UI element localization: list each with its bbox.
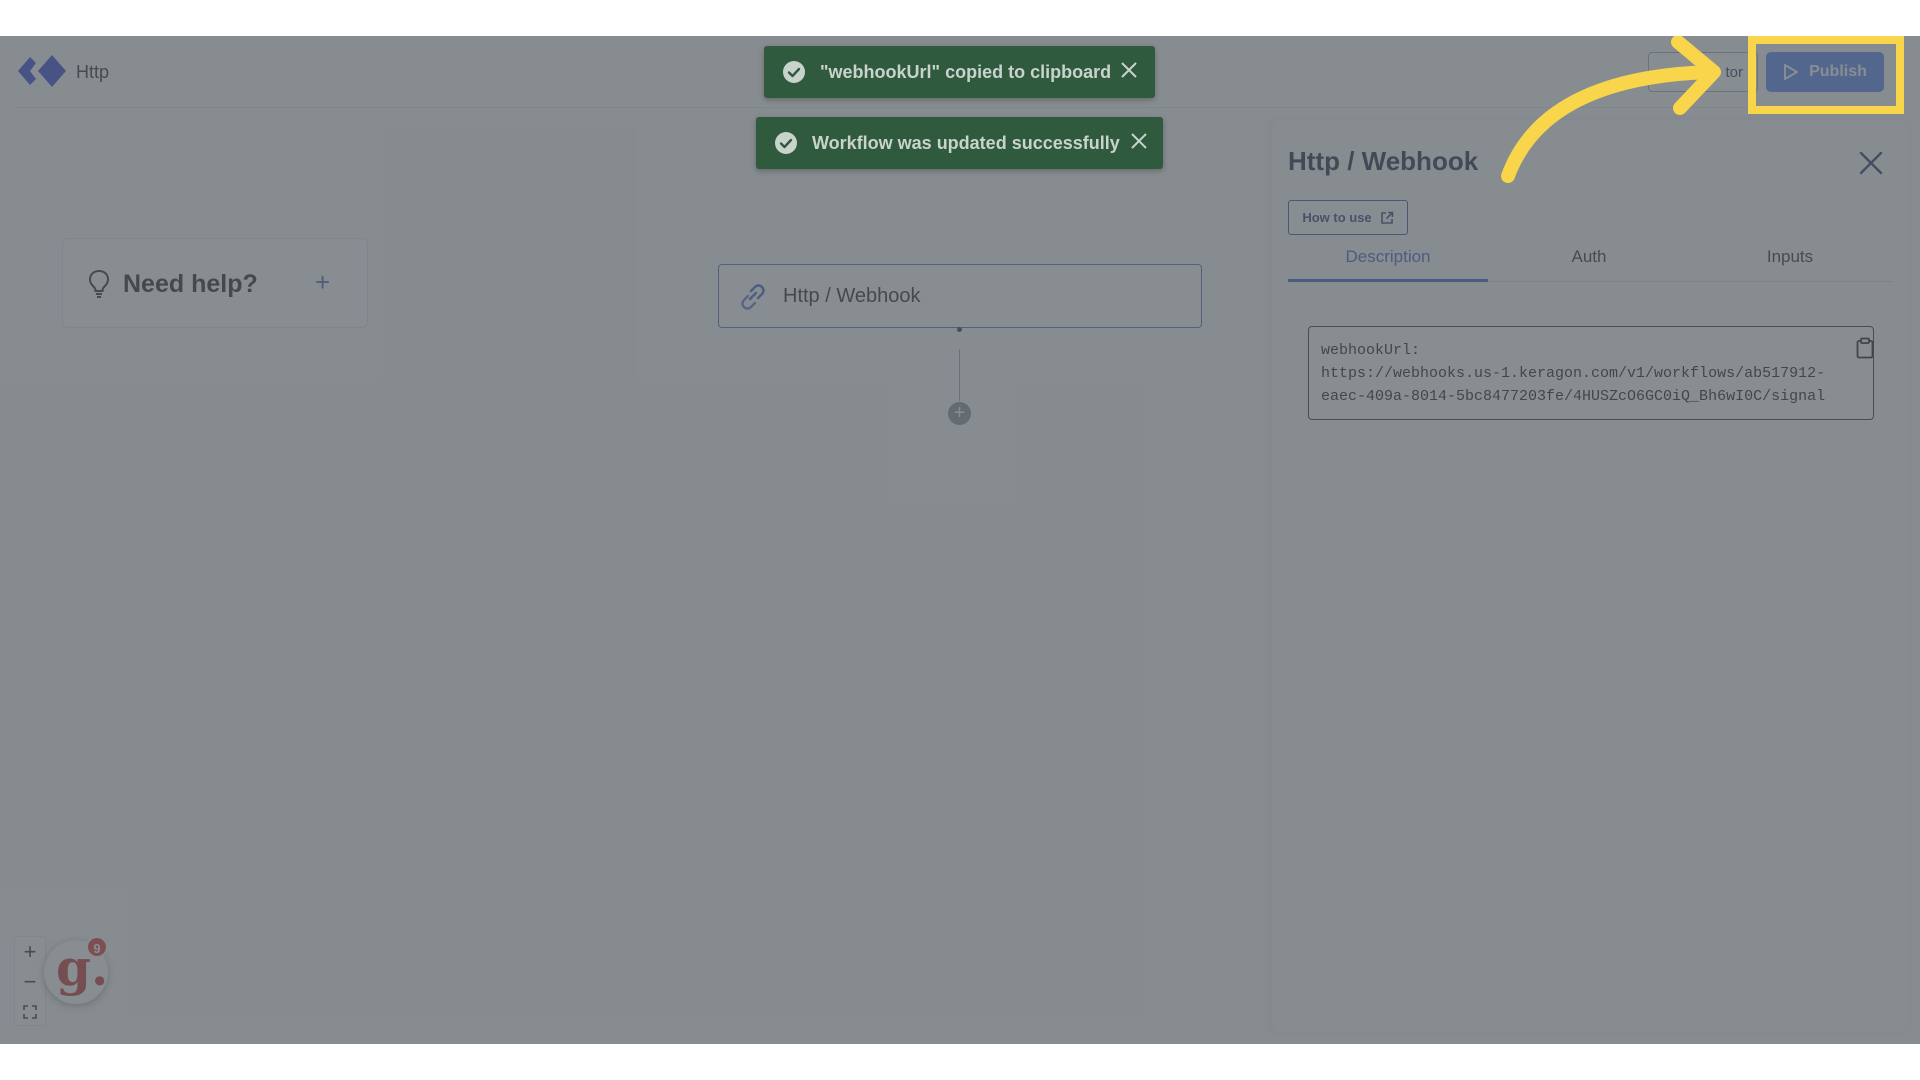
workflow-name: Http (76, 62, 110, 82)
notification-badge: 9 (86, 936, 108, 958)
panel-tabs: Description Auth Inputs (1288, 244, 1892, 282)
workflow-node-http-webhook[interactable]: Http / Webhook (718, 264, 1202, 328)
node-settings-panel: Http / Webhook How to use Description Au… (1272, 120, 1908, 1032)
need-help-card[interactable]: Need help? + (62, 238, 368, 328)
monitor-button[interactable]: tor (1648, 52, 1758, 92)
node-output-handle[interactable] (957, 327, 962, 332)
need-help-title: Need help? (123, 270, 258, 298)
close-icon[interactable] (1130, 132, 1148, 150)
external-link-icon (1380, 211, 1393, 224)
toast-updated: Workflow was updated successfully (756, 117, 1163, 169)
zoom-controls: + − (14, 936, 46, 1026)
webhook-url-line-2: eaec-409a-8014-5bc8477203fe/4HUSZcO6GC0i… (1321, 388, 1826, 405)
webhook-url-box[interactable]: webhookUrl: https://webhooks.us-1.kerago… (1308, 326, 1874, 420)
clipboard-icon[interactable] (1855, 337, 1875, 359)
close-icon[interactable] (1856, 148, 1886, 178)
app-viewport: Http tor Publish Need help? + Http / Web… (0, 36, 1920, 1044)
panel-title: Http / Webhook (1288, 146, 1479, 176)
node-connector-line (959, 349, 960, 401)
zoom-in-button[interactable]: + (15, 937, 45, 967)
expand-help-button[interactable]: + (315, 267, 330, 297)
node-title: Http / Webhook (783, 285, 921, 307)
webhook-url-line-1: https://webhooks.us-1.keragon.com/v1/wor… (1321, 365, 1826, 382)
tab-inputs[interactable]: Inputs (1690, 244, 1890, 282)
link-icon (741, 284, 765, 310)
check-circle-icon (775, 132, 797, 154)
play-icon (1784, 64, 1799, 80)
zoom-out-button[interactable]: − (15, 967, 45, 997)
toast-message: "webhookUrl" copied to clipboard (820, 61, 1112, 82)
publish-button[interactable]: Publish (1766, 52, 1884, 92)
toast-message: Workflow was updated successfully (812, 132, 1120, 153)
tab-description[interactable]: Description (1288, 244, 1488, 282)
how-to-use-button[interactable]: How to use (1288, 200, 1408, 235)
webhook-url-label: webhookUrl: (1321, 342, 1421, 359)
close-icon[interactable] (1120, 61, 1138, 79)
add-step-button[interactable]: + (948, 402, 971, 425)
guidde-widget-button[interactable]: g. 9 (44, 936, 108, 1004)
fit-view-button[interactable] (15, 997, 45, 1027)
tab-auth[interactable]: Auth (1489, 244, 1689, 282)
check-circle-icon (783, 61, 805, 83)
toast-copied: "webhookUrl" copied to clipboard (764, 46, 1155, 98)
publish-label: Publish (1809, 63, 1867, 80)
header-divider (16, 107, 1904, 108)
keragon-logo-icon[interactable] (18, 53, 68, 89)
lightbulb-icon (88, 269, 110, 298)
how-to-use-label: How to use (1302, 210, 1372, 225)
fullscreen-icon (23, 1005, 37, 1019)
